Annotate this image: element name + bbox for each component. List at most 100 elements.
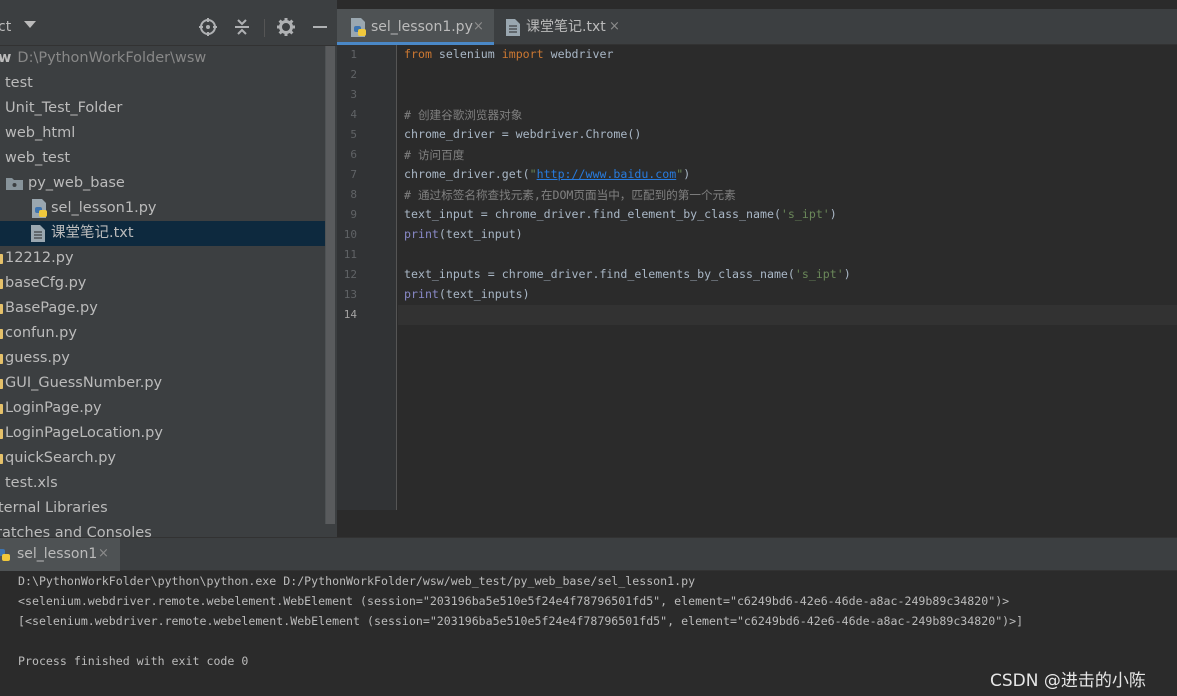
python-file-icon — [32, 199, 47, 218]
current-line-highlight — [398, 305, 1177, 325]
tree-item-label: py_web_base — [28, 175, 125, 191]
line-number: 1 — [350, 48, 357, 61]
code-line-8[interactable]: # 通过标签名称查找元素,在DOM页面当中，匹配到的第一个元素 — [404, 187, 736, 203]
code-line-12[interactable]: text_inputs = chrome_driver.find_element… — [404, 267, 851, 281]
code-text: (text_input) — [438, 227, 523, 241]
tree-item-unit-test-folder[interactable]: Unit_Test_Folder — [0, 96, 325, 121]
code-text: chrome_driver.get( — [404, 167, 530, 181]
python-file-icon — [0, 379, 3, 389]
console-line: <selenium.webdriver.remote.webelement.We… — [18, 594, 1010, 608]
tab-notes-txt[interactable]: 课堂笔记.txt × — [494, 9, 634, 45]
line-number-gutter: 1 2 3 4 5 6 7 8 9 10 11 12 13 14 — [337, 45, 397, 510]
code-line-5[interactable]: chrome_driver = webdriver.Chrome() — [404, 127, 641, 141]
code-line-6[interactable]: # 访问百度 — [404, 147, 464, 163]
python-file-icon — [0, 354, 3, 364]
console-line: D:\PythonWorkFolder\python\python.exe D:… — [18, 574, 696, 588]
builtin-function: print — [404, 227, 439, 241]
code-editor[interactable]: from selenium import webdriver # 创建谷歌浏览器… — [398, 45, 1177, 510]
tab-label: sel_lesson1.py — [371, 19, 473, 35]
code-line-13[interactable]: print(text_inputs) — [404, 287, 530, 301]
run-tab-sel-lesson1[interactable]: sel_lesson1 × — [0, 538, 120, 571]
python-file-icon — [0, 279, 3, 289]
tree-item-guess-py[interactable]: guess.py — [0, 346, 325, 371]
tree-item-web-html[interactable]: web_html — [0, 121, 325, 146]
tree-root-wsw[interactable]: w D:\PythonWorkFolder\wsw — [0, 46, 325, 71]
tree-item-label: web_test — [5, 150, 71, 166]
close-icon[interactable]: × — [473, 9, 484, 45]
python-file-icon — [351, 18, 366, 37]
tree-item-label: 12212.py — [5, 250, 74, 266]
tree-item-loginpage-py[interactable]: LoginPage.py — [0, 396, 325, 421]
tree-item-gui-guessnumber-py[interactable]: GUI_GuessNumber.py — [0, 371, 325, 396]
minimize-icon[interactable] — [310, 17, 330, 37]
tree-item-external-libraries[interactable]: ternal Libraries — [0, 496, 325, 521]
line-number: 8 — [350, 188, 357, 201]
tree-item-web-test[interactable]: web_test — [0, 146, 325, 171]
line-number: 12 — [343, 268, 357, 281]
tree-item-sel-lesson1[interactable]: sel_lesson1.py — [0, 196, 325, 221]
tree-item-test-xls[interactable]: test.xls — [0, 471, 325, 496]
close-icon[interactable]: × — [98, 546, 109, 561]
tree-item-label: w — [0, 50, 12, 66]
tree-item-12212-py[interactable]: 12212.py — [0, 246, 325, 271]
code-text: ) — [829, 207, 837, 221]
text-file-icon — [506, 19, 520, 36]
code-line-9[interactable]: text_input = chrome_driver.find_element_… — [404, 207, 837, 221]
python-file-icon — [0, 329, 3, 339]
code-text: ) — [683, 167, 691, 181]
python-file-icon — [0, 429, 3, 439]
tree-item-scratches-consoles[interactable]: ratches and Consoles — [0, 521, 325, 537]
current-line-number: 14 — [343, 308, 357, 321]
tree-item-py-web-base[interactable]: py_web_base — [0, 171, 325, 196]
tab-label: 课堂笔记.txt — [526, 19, 606, 35]
python-run-icon — [0, 549, 10, 561]
code-text: text_inputs = chrome_driver.find_element… — [404, 267, 795, 281]
close-icon[interactable]: × — [609, 9, 620, 45]
tree-item-quicksearch-py[interactable]: quickSearch.py — [0, 446, 325, 471]
tree-item-label: BasePage.py — [5, 300, 98, 316]
code-line-7[interactable]: chrome_driver.get("http://www.baidu.com"… — [404, 167, 690, 181]
code-line-10[interactable]: print(text_input) — [404, 227, 523, 241]
console-line: Process finished with exit code 0 — [18, 654, 249, 668]
gear-icon[interactable] — [276, 17, 296, 37]
project-view-selector[interactable]: ct — [0, 19, 11, 35]
project-scrollbar[interactable] — [326, 46, 335, 524]
tree-item-notes-txt[interactable]: 课堂笔记.txt — [0, 221, 325, 246]
code-text: text_input = chrome_driver.find_element_… — [404, 207, 781, 221]
tree-item-basepage-py[interactable]: BasePage.py — [0, 296, 325, 321]
tree-item-label: quickSearch.py — [5, 450, 117, 466]
tree-item-confun-py[interactable]: confun.py — [0, 321, 325, 346]
run-tool-window-tabs: sel_lesson1 × — [0, 537, 1177, 571]
builtin-function: print — [404, 287, 439, 301]
tree-item-loginpagelocation-py[interactable]: LoginPageLocation.py — [0, 421, 325, 446]
code-text: ) — [843, 267, 851, 281]
tab-sel-lesson1[interactable]: sel_lesson1.py × — [337, 9, 494, 45]
line-number: 7 — [350, 168, 357, 181]
code-text: webdriver — [543, 47, 614, 61]
tree-item-label: test.xls — [5, 475, 58, 491]
editor-bottom-area — [337, 510, 1177, 537]
line-number: 3 — [350, 88, 357, 101]
tree-item-label: ratches and Consoles — [0, 525, 152, 537]
string-quote: " — [529, 167, 537, 181]
tree-item-label: guess.py — [5, 350, 70, 366]
string-literal: 's_ipt' — [794, 267, 844, 281]
keyword: import — [501, 47, 544, 61]
url-link[interactable]: http://www.baidu.com — [537, 167, 677, 181]
tree-item-test[interactable]: test — [0, 71, 325, 96]
code-line-1[interactable]: from selenium import webdriver — [404, 47, 613, 61]
code-text: (text_inputs) — [438, 287, 530, 301]
tree-item-basecfg-py[interactable]: baseCfg.py — [0, 271, 325, 296]
tree-item-label: LoginPage.py — [5, 400, 102, 416]
chevron-down-icon[interactable] — [24, 21, 36, 28]
locate-file-icon[interactable] — [198, 17, 218, 37]
collapse-all-icon[interactable] — [232, 17, 252, 37]
code-line-4[interactable]: # 创建谷歌浏览器对象 — [404, 107, 522, 123]
tree-item-label: ternal Libraries — [0, 500, 108, 516]
line-number: 11 — [343, 248, 357, 261]
python-file-icon — [0, 454, 3, 464]
folder-icon — [6, 178, 23, 190]
tree-item-label: 课堂笔记.txt — [51, 225, 134, 241]
tree-item-label: confun.py — [5, 325, 77, 341]
line-number: 2 — [350, 68, 357, 81]
